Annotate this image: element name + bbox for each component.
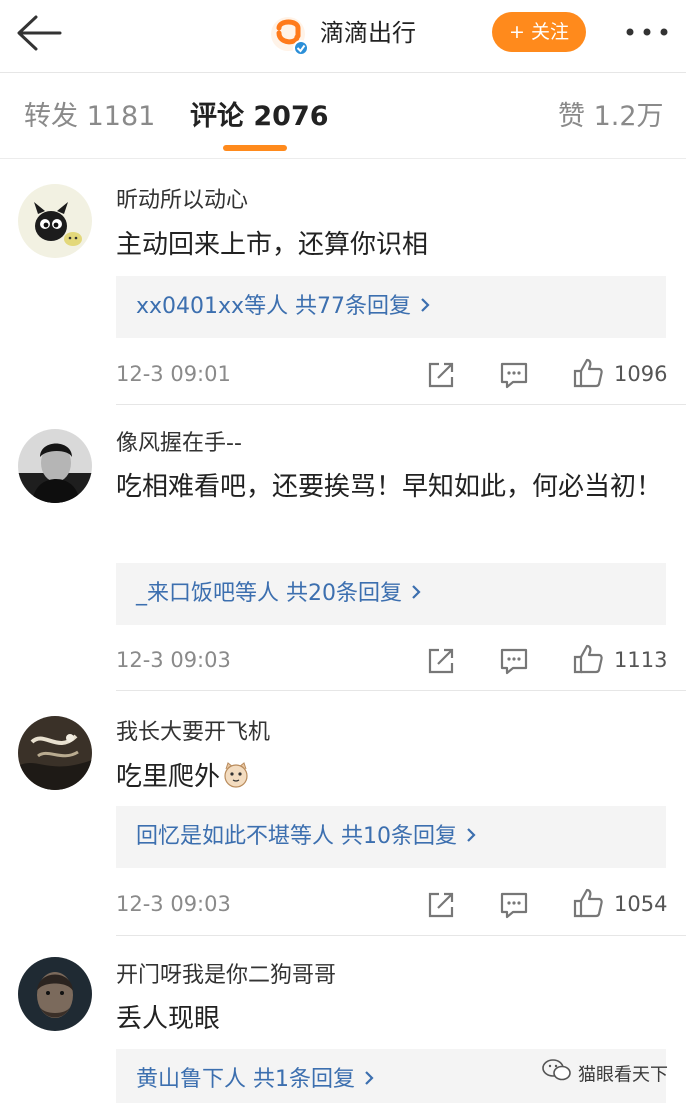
thumbs-up-icon[interactable] bbox=[572, 887, 604, 919]
replies-summary: 黄山鲁下人 共1条回复 bbox=[136, 1067, 355, 1092]
comment-text: 主动回来上市，还算你识相 bbox=[116, 230, 429, 260]
repost-icon[interactable] bbox=[425, 359, 457, 391]
divider bbox=[116, 690, 686, 691]
watermark-text: 猫眼看天下 bbox=[578, 1064, 668, 1086]
replies-box[interactable]: xx0401xx等人 共77条回复 bbox=[116, 276, 666, 338]
more-dots-icon[interactable] bbox=[622, 14, 672, 50]
back-arrow-icon[interactable] bbox=[14, 14, 64, 54]
username[interactable]: 开门呀我是你二狗哥哥 bbox=[116, 961, 336, 991]
replies-box[interactable]: _来口饭吧等人 共20条回复 bbox=[116, 563, 666, 625]
replies-summary: xx0401xx等人 共77条回复 bbox=[136, 294, 412, 319]
replies-summary: _来口饭吧等人 共20条回复 bbox=[136, 581, 402, 606]
tab-repost[interactable]: 转发 1181 bbox=[24, 97, 155, 137]
comment-text: 吃里爬外 bbox=[116, 762, 221, 792]
watermark: 猫眼看天下 bbox=[542, 1058, 668, 1090]
username[interactable]: 昕动所以动心 bbox=[116, 186, 248, 216]
comment-item: 昕动所以动心 主动回来上市，还算你识相 xx0401xx等人 共77条回复 12… bbox=[0, 180, 686, 405]
comment-icon[interactable] bbox=[498, 889, 530, 921]
replies-box[interactable]: 回忆是如此不堪等人 共10条回复 bbox=[116, 806, 666, 868]
cat-emoji-icon bbox=[222, 759, 250, 803]
chevron-right-icon bbox=[465, 806, 477, 868]
chevron-right-icon bbox=[363, 1049, 375, 1111]
comment-item: 像风握在手-- 吃相难看吧，还要挨骂！早知如此，何必当初！ _来口饭吧等人 共2… bbox=[0, 424, 686, 692]
avatar[interactable] bbox=[18, 957, 92, 1031]
comment-time: 12-3 09:01 bbox=[116, 362, 231, 386]
tab-comments[interactable]: 评论 2076 bbox=[190, 97, 329, 137]
avatar[interactable] bbox=[18, 184, 92, 258]
repost-icon[interactable] bbox=[425, 889, 457, 921]
divider bbox=[116, 404, 686, 405]
chevron-right-icon bbox=[419, 276, 431, 338]
tab-likes[interactable]: 赞 1.2万 bbox=[558, 97, 664, 137]
avatar[interactable] bbox=[18, 429, 92, 503]
comment-text: 丢人现眼 bbox=[116, 1004, 221, 1034]
thumbs-up-icon[interactable] bbox=[572, 643, 604, 675]
like-count: 1096 bbox=[614, 362, 668, 386]
comment-icon[interactable] bbox=[498, 645, 530, 677]
comment-time: 12-3 09:03 bbox=[116, 648, 231, 672]
top-bar: 滴滴出行 + 关注 bbox=[0, 0, 686, 73]
didi-logo-icon bbox=[270, 16, 310, 56]
repost-icon[interactable] bbox=[425, 645, 457, 677]
tab-bar: 转发 1181 评论 2076 赞 1.2万 bbox=[0, 73, 686, 159]
divider bbox=[116, 935, 686, 936]
comment-time: 12-3 09:03 bbox=[116, 892, 231, 916]
like-count: 1054 bbox=[614, 892, 668, 916]
follow-button[interactable]: + 关注 bbox=[492, 12, 586, 52]
comment-item: 我长大要开飞机 吃里爬外 回忆是如此不堪等人 共10条回复 12-3 09:03… bbox=[0, 712, 686, 937]
username[interactable]: 像风握在手-- bbox=[116, 429, 242, 459]
wechat-icon bbox=[542, 1058, 572, 1093]
username[interactable]: 我长大要开飞机 bbox=[116, 718, 270, 748]
account-name[interactable]: 滴滴出行 bbox=[320, 16, 416, 50]
like-count: 1113 bbox=[614, 648, 668, 672]
chevron-right-icon bbox=[410, 563, 422, 625]
comment-icon[interactable] bbox=[498, 359, 530, 391]
replies-summary: 回忆是如此不堪等人 共10条回复 bbox=[136, 824, 457, 849]
comment-text: 吃相难看吧，还要挨骂！早知如此，何必当初！ bbox=[116, 472, 663, 502]
thumbs-up-icon[interactable] bbox=[572, 357, 604, 389]
avatar[interactable] bbox=[18, 716, 92, 790]
active-tab-indicator bbox=[223, 145, 287, 151]
